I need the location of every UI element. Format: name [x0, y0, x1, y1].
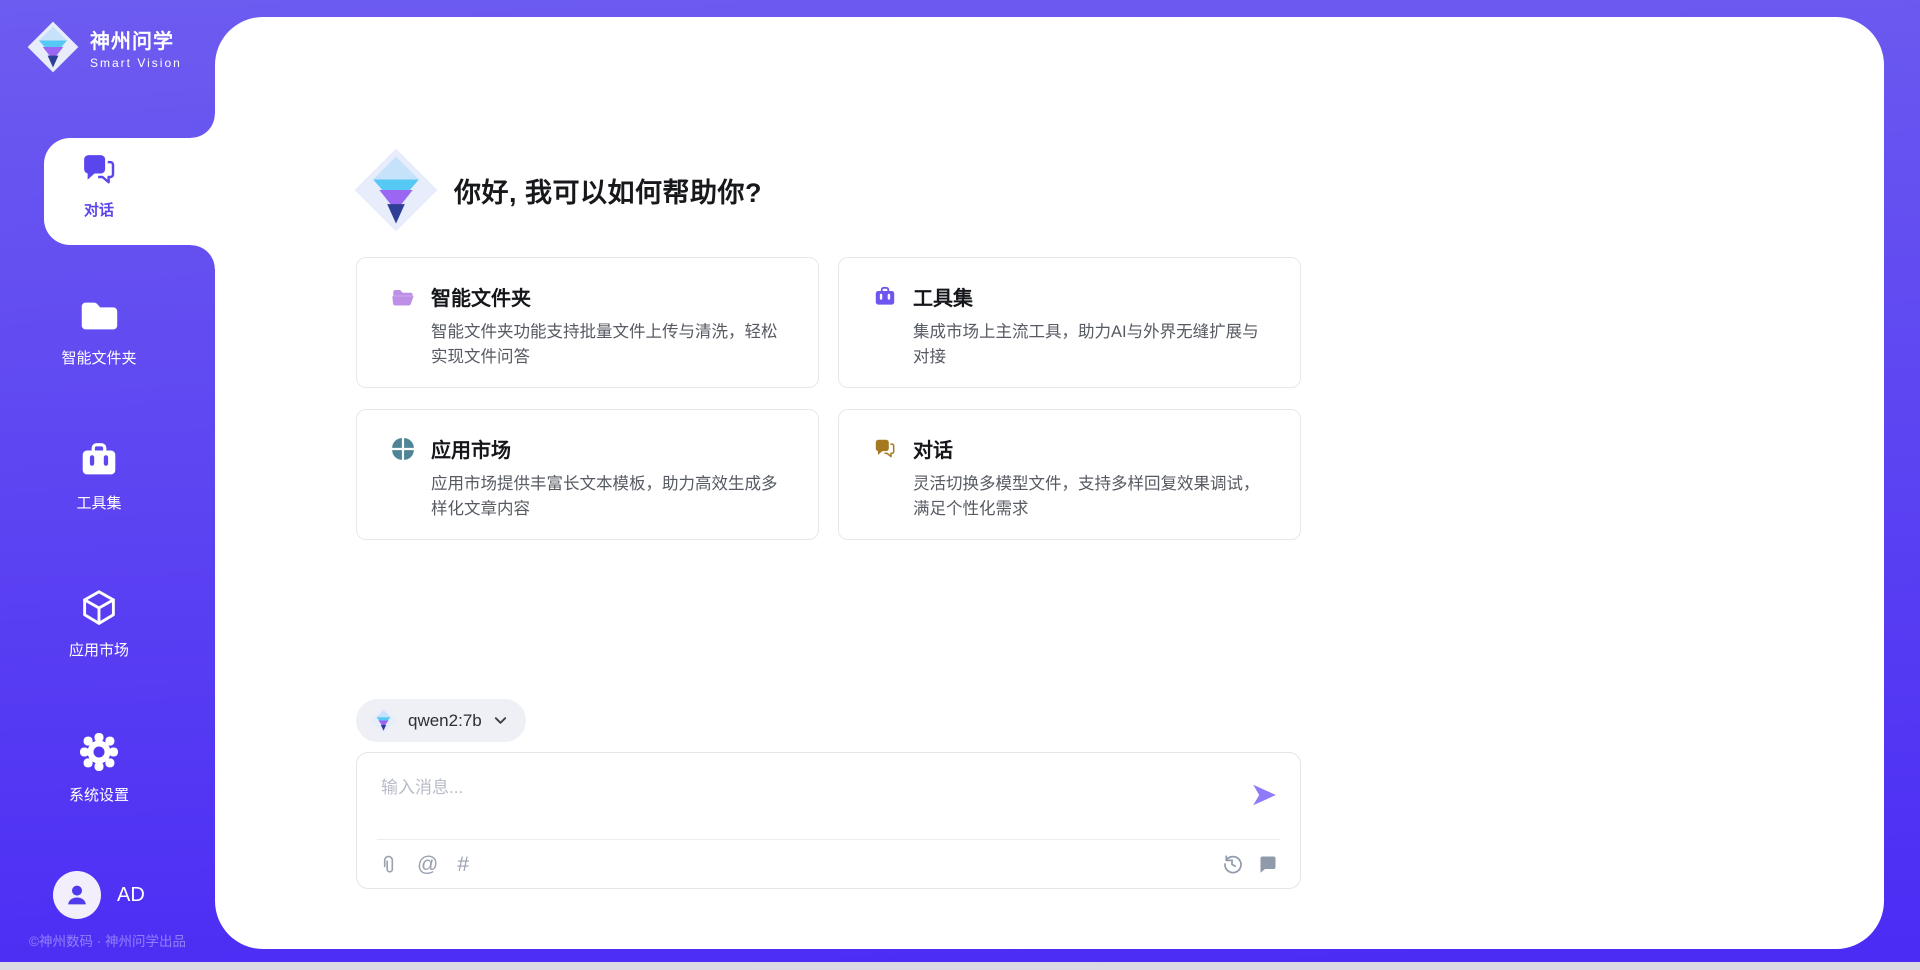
model-name: qwen2:7b [408, 711, 482, 731]
folder-open-icon [390, 284, 416, 310]
attach-file-button[interactable] [379, 854, 398, 875]
send-icon [1250, 781, 1278, 809]
card-tools[interactable]: 工具集 集成市场上主流工具，助力AI与外界无缝扩展与对接 [838, 257, 1301, 388]
message-input[interactable] [357, 753, 1300, 839]
card-title: 对话 [913, 434, 953, 463]
card-chat[interactable]: 对话 灵活切换多模型文件，支持多样回复效果调试，满足个性化需求 [838, 409, 1301, 540]
hash-icon: # [457, 854, 469, 875]
toolbox-icon [872, 284, 898, 310]
feedback-icon [1258, 854, 1278, 874]
card-title: 应用市场 [431, 434, 511, 463]
chat-icon [872, 436, 898, 462]
composer-toolbar: @ # [357, 840, 1300, 888]
bottom-strip [0, 962, 1920, 970]
message-composer: @ # [356, 752, 1301, 889]
feature-cards: 智能文件夹 智能文件夹功能支持批量文件上传与清洗，轻松实现文件问答 [356, 257, 1301, 540]
at-icon: @ [417, 854, 438, 875]
greeting-logo-icon [352, 146, 440, 234]
card-description: 智能文件夹功能支持批量文件上传与清洗，轻松实现文件问答 [431, 320, 794, 370]
mention-button[interactable]: @ [417, 854, 438, 875]
send-button[interactable] [1250, 781, 1278, 809]
greeting-title: 你好, 我可以如何帮助你? [454, 171, 762, 210]
history-icon [1222, 854, 1242, 874]
card-title: 智能文件夹 [431, 282, 531, 311]
card-description: 灵活切换多模型文件，支持多样回复效果调试，满足个性化需求 [913, 472, 1276, 522]
card-title: 工具集 [913, 282, 973, 311]
feedback-button[interactable] [1258, 854, 1278, 874]
chevron-down-icon [493, 713, 508, 728]
paperclip-icon [379, 854, 398, 875]
model-logo-icon [370, 707, 397, 734]
card-market[interactable]: 应用市场 应用市场提供丰富长文本模板，助力高效生成多样化文章内容 [356, 409, 819, 540]
card-description: 集成市场上主流工具，助力AI与外界无缝扩展与对接 [913, 320, 1276, 370]
topic-button[interactable]: # [457, 854, 469, 875]
card-description: 应用市场提供丰富长文本模板，助力高效生成多样化文章内容 [431, 472, 794, 522]
app-grid-icon [390, 436, 416, 462]
model-selector[interactable]: qwen2:7b [356, 699, 526, 742]
history-button[interactable] [1222, 854, 1242, 874]
greeting: 你好, 我可以如何帮助你? [352, 146, 762, 234]
card-folders[interactable]: 智能文件夹 智能文件夹功能支持批量文件上传与清洗，轻松实现文件问答 [356, 257, 819, 388]
main-content: 你好, 我可以如何帮助你? 智能文件夹 智能文件夹功能支持批量文件上传与清洗，轻… [0, 0, 1920, 970]
